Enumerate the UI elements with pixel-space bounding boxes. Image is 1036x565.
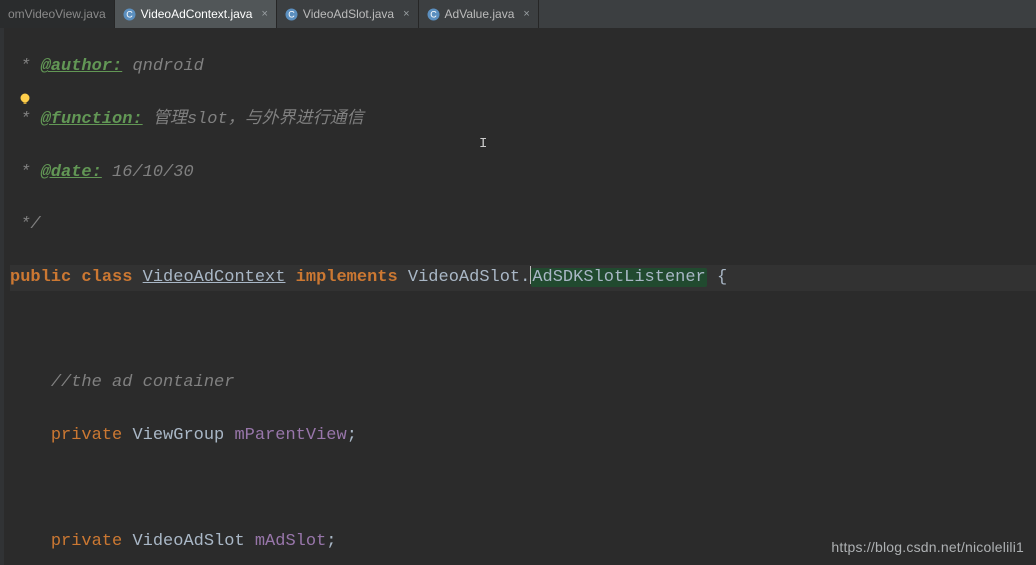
code-line-current: public class VideoAdContext implements V… bbox=[10, 265, 1036, 291]
file-label: AdValue.java bbox=[445, 7, 515, 21]
text-cursor-icon: I bbox=[479, 136, 487, 152]
close-icon[interactable]: × bbox=[403, 8, 409, 20]
editor-tab-bar: omVideoView.java C VideoAdContext.java ×… bbox=[0, 0, 1036, 28]
code-line: */ bbox=[10, 212, 1036, 238]
watermark-text: https://blog.csdn.net/nicolelili1 bbox=[831, 539, 1024, 555]
class-icon: C bbox=[427, 8, 440, 21]
file-label: VideoAdSlot.java bbox=[303, 7, 394, 21]
tab-videoadcontext[interactable]: C VideoAdContext.java × bbox=[115, 0, 277, 28]
svg-text:C: C bbox=[126, 9, 133, 19]
code-line: private ViewGroup mParentView; bbox=[10, 423, 1036, 449]
code-editor[interactable]: * @author: qndroid * @function: 管理slot，与… bbox=[0, 28, 1036, 565]
svg-text:C: C bbox=[288, 9, 295, 19]
tab-advalue[interactable]: C AdValue.java × bbox=[419, 0, 539, 28]
svg-text:C: C bbox=[430, 9, 437, 19]
file-label: omVideoView.java bbox=[8, 7, 106, 21]
class-icon: C bbox=[123, 8, 136, 21]
close-icon[interactable]: × bbox=[261, 8, 267, 20]
class-icon: C bbox=[285, 8, 298, 21]
close-icon[interactable]: × bbox=[523, 8, 529, 20]
code-line: //the ad container bbox=[10, 370, 1036, 396]
file-label: VideoAdContext.java bbox=[141, 7, 253, 21]
code-line: * @date: 16/10/30 bbox=[10, 160, 1036, 186]
code-line bbox=[10, 318, 1036, 344]
tab-videoadslot[interactable]: C VideoAdSlot.java × bbox=[277, 0, 419, 28]
code-line: * @function: 管理slot，与外界进行通信 bbox=[10, 107, 1036, 133]
code-line bbox=[10, 476, 1036, 502]
code-line: * @author: qndroid bbox=[10, 54, 1036, 80]
intention-bulb-icon[interactable] bbox=[18, 92, 32, 106]
tab-omvideoview[interactable]: omVideoView.java bbox=[0, 0, 115, 28]
